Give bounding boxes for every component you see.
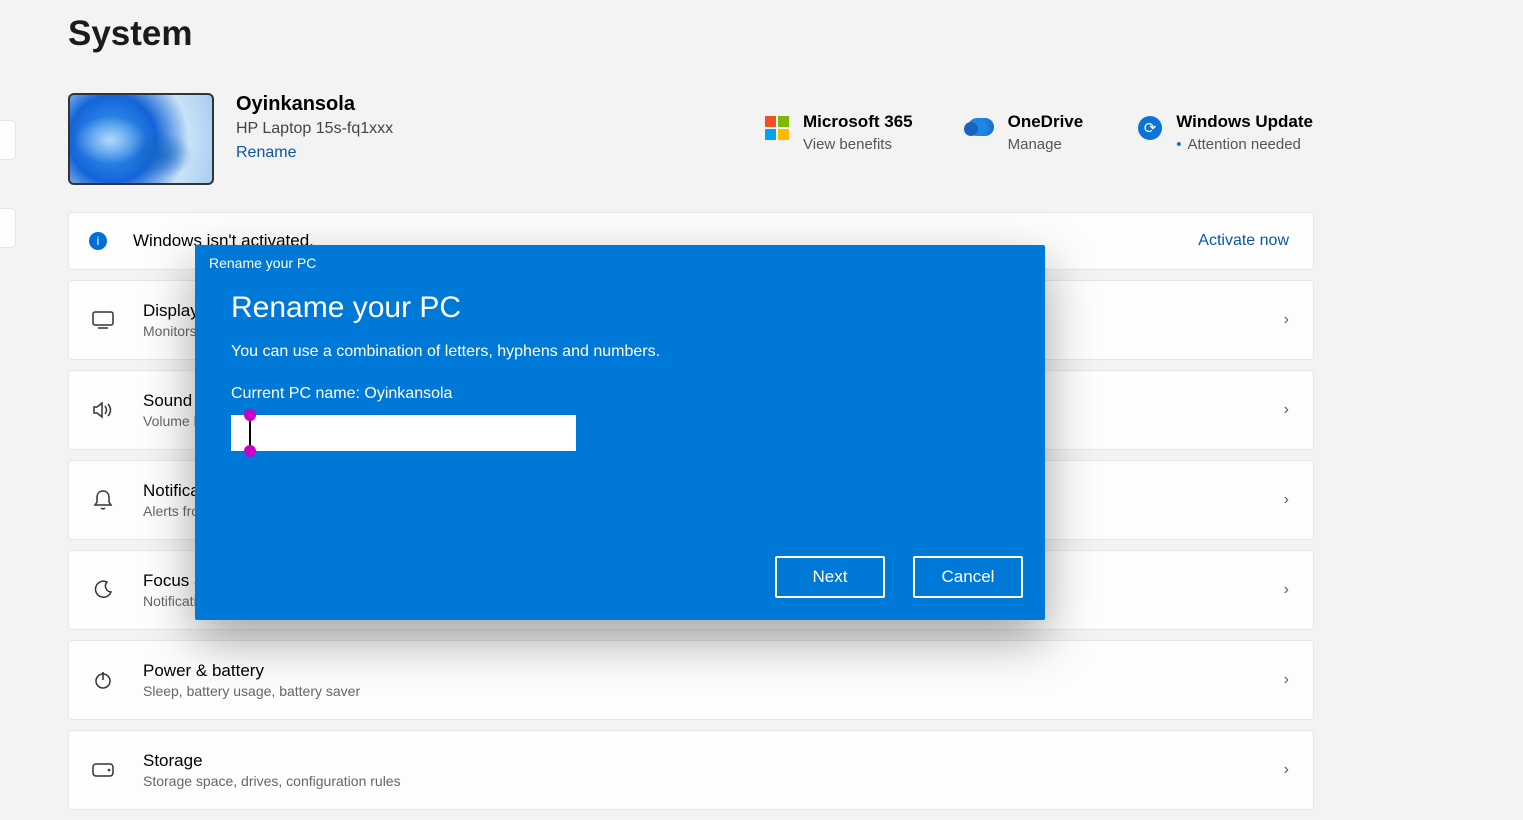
chevron-right-icon: › [1284,401,1289,419]
microsoft-365-sub: View benefits [803,136,913,153]
pc-name-input-wrap [231,415,576,451]
moon-icon [89,580,117,600]
onedrive-link[interactable]: OneDrive Manage [968,112,1084,153]
activate-now-link[interactable]: Activate now [1198,232,1289,250]
device-model: HP Laptop 15s-fq1xxx [236,120,393,138]
power-card[interactable]: Power & battery Sleep, battery usage, ba… [68,640,1314,720]
microsoft-365-title: Microsoft 365 [803,112,913,132]
page-title: System [68,14,193,54]
onedrive-sub: Manage [1008,136,1084,153]
dialog-description: You can use a combination of letters, hy… [231,343,1009,361]
chevron-right-icon: › [1284,761,1289,779]
power-sub: Sleep, battery usage, battery saver [143,683,360,699]
sidebar-stub[interactable] [0,208,16,248]
power-icon [89,670,117,690]
dialog-titlebar: Rename your PC [195,245,1045,281]
rename-link[interactable]: Rename [236,144,296,162]
sidebar-stub[interactable] [0,120,16,160]
rename-pc-dialog: Rename your PC Rename your PC You can us… [195,245,1045,620]
selection-handle-top[interactable] [244,409,256,421]
chevron-right-icon: › [1284,491,1289,509]
chevron-right-icon: › [1284,311,1289,329]
text-caret [249,418,251,448]
device-thumbnail[interactable] [68,93,214,185]
dialog-current-name: Current PC name: Oyinkansola [231,385,1009,403]
storage-title: Storage [143,751,401,771]
selection-handle-bottom[interactable] [244,445,256,457]
onedrive-title: OneDrive [1008,112,1084,132]
windows-update-link[interactable]: ⟳ Windows Update Attention needed [1138,112,1313,153]
chevron-right-icon: › [1284,671,1289,689]
sidebar-stubs [0,120,16,296]
info-icon: i [89,232,107,250]
windows-update-sub: Attention needed [1176,136,1313,153]
microsoft-365-icon [765,116,789,140]
dialog-heading: Rename your PC [231,291,1009,325]
current-name-prefix: Current PC name: [231,385,364,402]
sound-icon [89,400,117,420]
power-title: Power & battery [143,661,360,681]
windows-update-title: Windows Update [1176,112,1313,132]
pc-name-input[interactable] [231,415,576,451]
current-name-value: Oyinkansola [364,385,452,402]
cancel-button[interactable]: Cancel [913,556,1023,598]
windows-update-icon: ⟳ [1138,116,1162,140]
next-button[interactable]: Next [775,556,885,598]
storage-icon [89,763,117,777]
onedrive-icon [968,118,994,136]
device-header: Oyinkansola HP Laptop 15s-fq1xxx Rename [68,93,393,185]
storage-sub: Storage space, drives, configuration rul… [143,773,401,789]
chevron-right-icon: › [1284,581,1289,599]
device-name: Oyinkansola [236,93,393,116]
storage-card[interactable]: Storage Storage space, drives, configura… [68,730,1314,810]
microsoft-365-link[interactable]: Microsoft 365 View benefits [765,112,913,153]
bell-icon [89,489,117,511]
display-icon [89,311,117,329]
header-quick-links: Microsoft 365 View benefits OneDrive Man… [765,112,1313,153]
